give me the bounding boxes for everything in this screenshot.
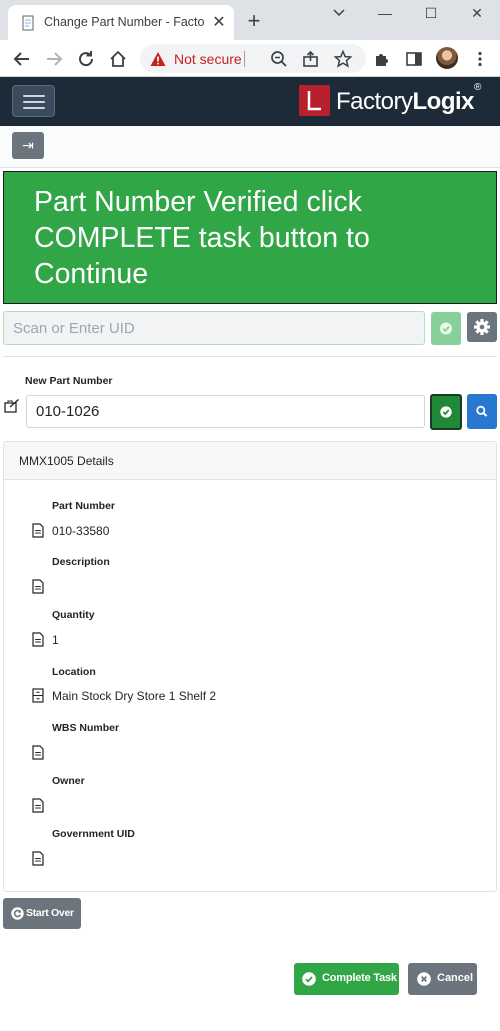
details-title: MMX1005 Details — [19, 454, 114, 468]
details-card: MMX1005 Details Part Number 010-33580 De… — [3, 441, 497, 892]
browser-toolbar: Not secure — [0, 40, 500, 77]
browser-menu-icon[interactable] — [470, 49, 490, 69]
cancel-label: Cancel — [437, 972, 474, 984]
x-circle-icon — [417, 972, 431, 986]
start-over-button[interactable]: Start Over — [3, 898, 81, 929]
document-icon — [32, 798, 44, 813]
browser-tab[interactable]: Change Part Number - Factory ✕ — [8, 5, 234, 40]
hamburger-menu-button[interactable] — [12, 85, 55, 117]
document-icon — [32, 632, 44, 647]
profile-avatar[interactable] — [436, 47, 458, 69]
complete-task-button[interactable]: Complete Task — [294, 963, 399, 995]
section-divider — [3, 356, 497, 357]
field-label-wbs-number: WBS Number — [52, 722, 120, 734]
new-tab-button[interactable]: + — [244, 10, 264, 32]
document-icon — [32, 851, 44, 866]
complete-task-label: Complete Task — [322, 972, 397, 984]
zoom-icon[interactable] — [269, 49, 289, 69]
window-close-button[interactable]: ✕ — [464, 4, 490, 22]
cabinet-icon — [32, 688, 44, 703]
forward-arrow-icon[interactable] — [44, 49, 64, 69]
maximize-button[interactable]: ☐ — [418, 4, 444, 22]
app-header: FactoryLogix® — [0, 77, 500, 126]
scan-settings-gear-icon[interactable] — [467, 312, 497, 342]
security-status[interactable]: Not secure — [174, 51, 242, 67]
field-label-location: Location — [52, 666, 96, 678]
field-value-location: Main Stock Dry Store 1 Shelf 2 — [52, 689, 217, 703]
field-value-quantity: 1 — [52, 633, 59, 647]
minimize-button[interactable]: — — [372, 4, 398, 22]
bookmark-star-icon[interactable] — [333, 49, 353, 69]
scan-confirm-button[interactable] — [431, 312, 461, 345]
check-circle-icon — [302, 972, 316, 986]
factorylogix-logo-icon — [299, 85, 330, 116]
address-bar[interactable]: Not secure — [140, 44, 366, 73]
back-arrow-icon[interactable] — [12, 49, 32, 69]
scan-uid-input[interactable] — [3, 311, 425, 345]
page-favicon-icon — [22, 15, 34, 31]
browser-tabstrip: Change Part Number - Factory ✕ + — ☐ ✕ — [0, 0, 500, 40]
tab-search-chevron-icon[interactable] — [326, 4, 352, 22]
tab-close-icon[interactable]: ✕ — [210, 14, 228, 32]
status-message: Part Number Verified click COMPLETE task… — [34, 186, 370, 290]
page-subbar: ⇥ — [0, 126, 500, 168]
warning-icon — [150, 52, 166, 66]
document-icon — [32, 745, 44, 760]
part-number-verify-button[interactable] — [430, 394, 462, 430]
restart-icon — [11, 907, 24, 920]
extensions-puzzle-icon[interactable] — [372, 49, 392, 69]
part-search-button[interactable] — [467, 394, 497, 429]
cancel-button[interactable]: Cancel — [408, 963, 477, 995]
reload-icon[interactable] — [76, 49, 96, 69]
document-icon — [32, 579, 44, 594]
field-label-owner: Owner — [52, 775, 85, 787]
tab-title: Change Part Number - Factory — [44, 15, 204, 29]
field-value-part-number: 010-33580 — [52, 524, 110, 538]
share-icon[interactable] — [301, 49, 321, 69]
home-icon[interactable] — [108, 49, 128, 69]
edit-part-icon — [4, 398, 19, 413]
brand-logo-text: FactoryLogix® — [336, 82, 481, 115]
field-label-quantity: Quantity — [52, 609, 95, 621]
status-banner: Part Number Verified click COMPLETE task… — [3, 171, 497, 304]
address-divider — [244, 51, 245, 67]
field-label-government-uid: Government UID — [52, 828, 135, 840]
new-part-number-label: New Part Number — [25, 375, 113, 387]
start-over-label: Start Over — [26, 907, 74, 919]
field-label-description: Description — [52, 556, 110, 568]
document-icon — [32, 523, 44, 538]
field-label-part-number: Part Number — [52, 500, 116, 512]
new-part-number-input[interactable] — [26, 395, 425, 428]
details-card-header: MMX1005 Details — [4, 442, 496, 480]
expand-panel-button[interactable]: ⇥ — [12, 132, 44, 159]
side-panel-icon[interactable] — [404, 49, 424, 69]
